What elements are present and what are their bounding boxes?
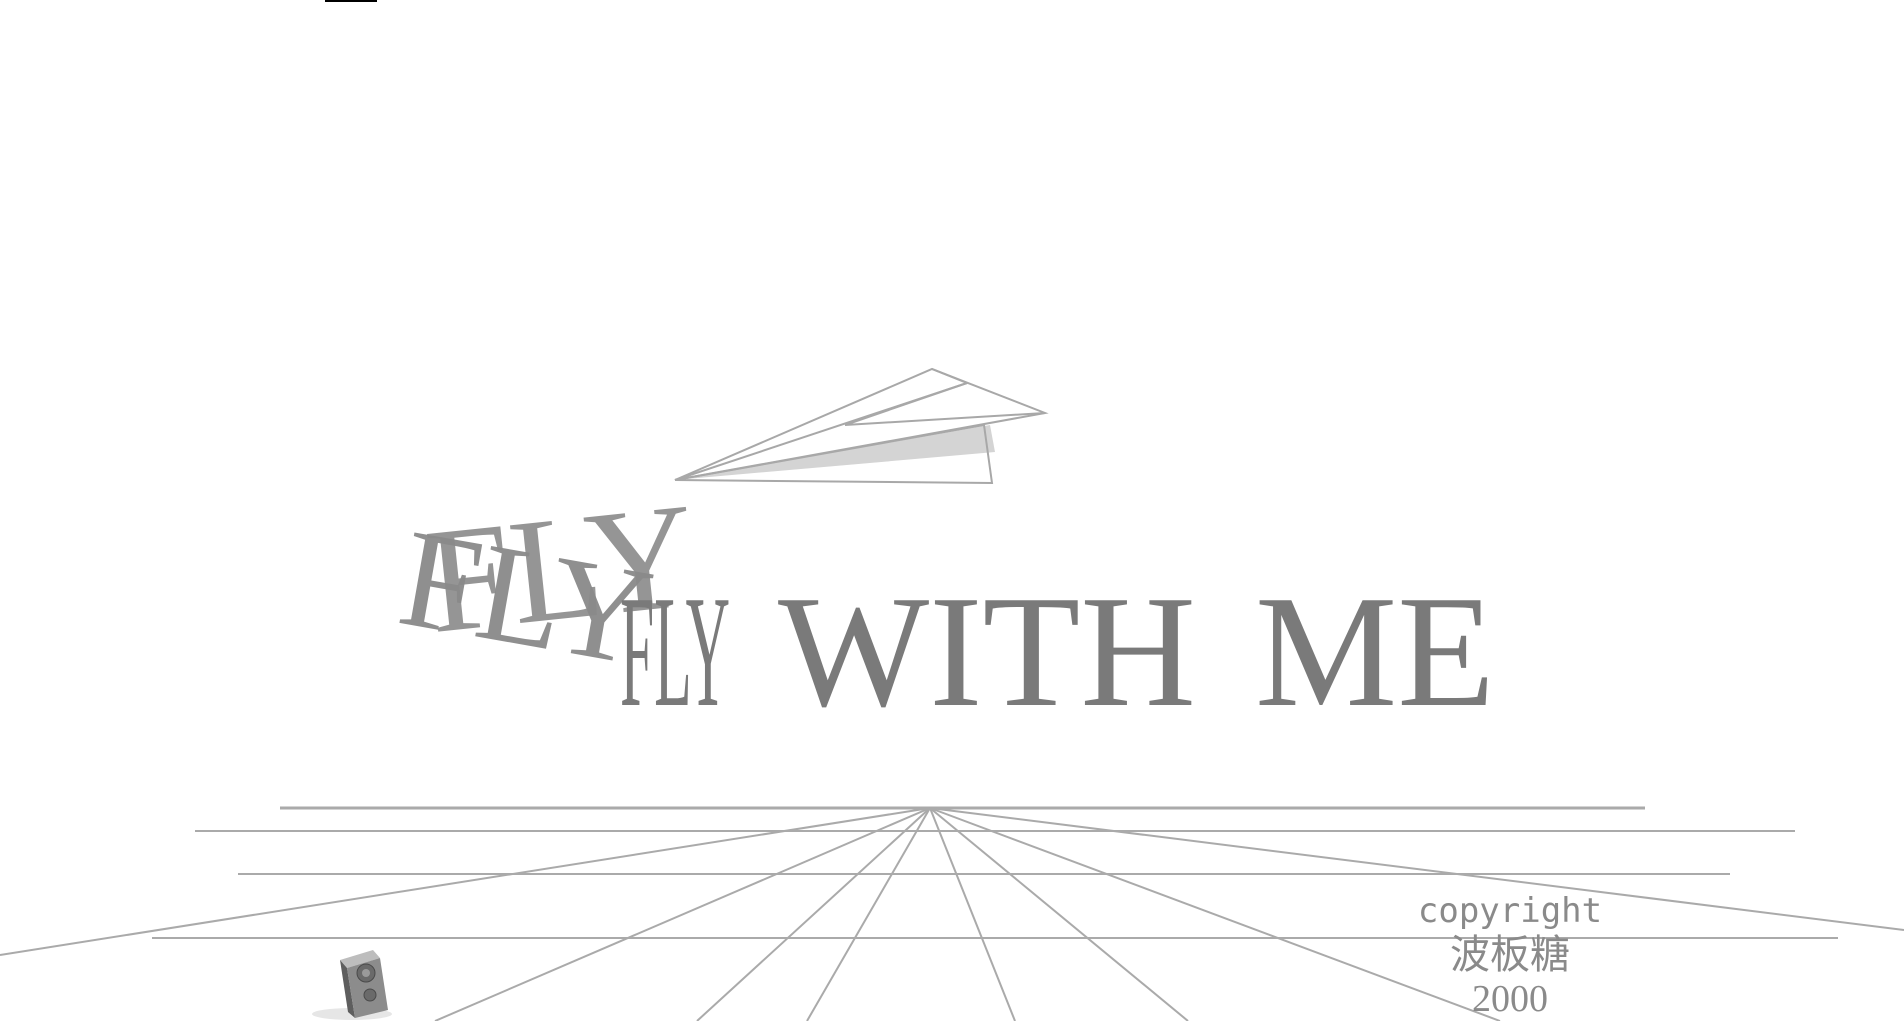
- speaker-icon[interactable]: [312, 950, 392, 1020]
- title-with: WITH: [778, 562, 1196, 740]
- title-fly: FLY: [620, 562, 730, 740]
- flash-intro-stage: FLY FLY FLY WITH ME copyright 波板糖 2000: [0, 0, 1904, 1021]
- paper-plane-icon: [674, 367, 1049, 485]
- copyright-label: copyright: [1417, 891, 1603, 931]
- copyright-year: 2000: [1472, 978, 1548, 1020]
- author-name: 波板糖: [1450, 932, 1570, 978]
- title-me: ME: [1255, 562, 1495, 740]
- intro-scene: FLY FLY FLY WITH ME: [0, 367, 1904, 1021]
